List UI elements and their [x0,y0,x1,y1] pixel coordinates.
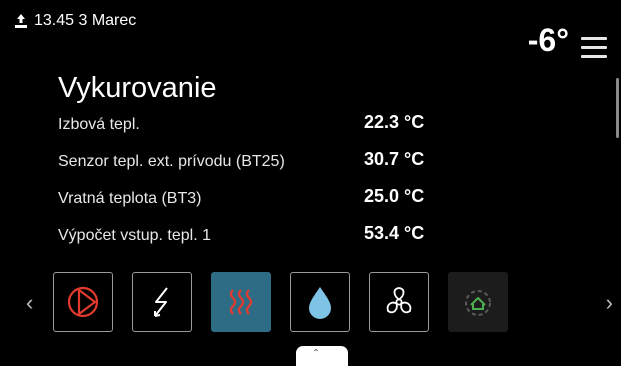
info-label: Senzor tepl. ext. prívodu (BT25) [58,153,285,170]
electric-heater-icon [154,287,168,317]
info-value: 53.4 °C [364,223,425,243]
bottom-pull-tab[interactable]: ˆ [296,346,348,366]
ventilation-fan-icon [386,287,412,314]
info-row-return-temp: Vratná teplota (BT3) 25.0 °C [58,184,478,221]
chevron-up-icon: ˆ [314,347,318,361]
info-value: 22.3 °C [364,112,425,132]
menu-icon[interactable] [581,37,607,59]
compressor-icon [67,286,99,318]
info-row-calc-supply: Výpočet vstup. tepl. 1 53.4 °C [58,221,478,258]
tile-smart-home[interactable] [448,272,508,332]
hot-water-drop-icon [309,287,331,319]
date-time: 13.45 3 Marec [34,12,137,29]
tile-heating[interactable] [211,272,271,332]
info-row-supply-sensor: Senzor tepl. ext. prívodu (BT25) 30.7 °C [58,147,478,184]
scroll-right-arrow[interactable]: › [606,290,613,316]
heating-icon [229,289,253,315]
info-label: Izbová tepl. [58,116,140,133]
scrollbar[interactable] [616,78,619,138]
info-label: Vratná teplota (BT3) [58,190,202,207]
status-bar: 13.45 3 Marec [14,10,136,32]
info-value: 25.0 °C [364,186,425,206]
info-label: Výpočet vstup. tepl. 1 [58,227,211,244]
smart-home-icon [465,290,491,316]
info-row-room-temp: Izbová tepl. 22.3 °C [58,110,478,147]
tile-hot-water[interactable] [290,272,350,332]
page-title: Vykurovanie [58,72,217,104]
upload-icon [14,13,28,29]
scroll-left-arrow[interactable]: ‹ [26,290,33,316]
outdoor-temperature: -6° [527,22,569,58]
info-value: 30.7 °C [364,149,425,169]
tile-electric-heater[interactable] [132,272,192,332]
info-list: Izbová tepl. 22.3 °C Senzor tepl. ext. p… [58,110,478,258]
tile-ventilation[interactable] [369,272,429,332]
display-screen: 13.45 3 Marec -6° Vykurovanie Izbová tep… [0,0,621,366]
tile-compressor[interactable] [53,272,113,332]
